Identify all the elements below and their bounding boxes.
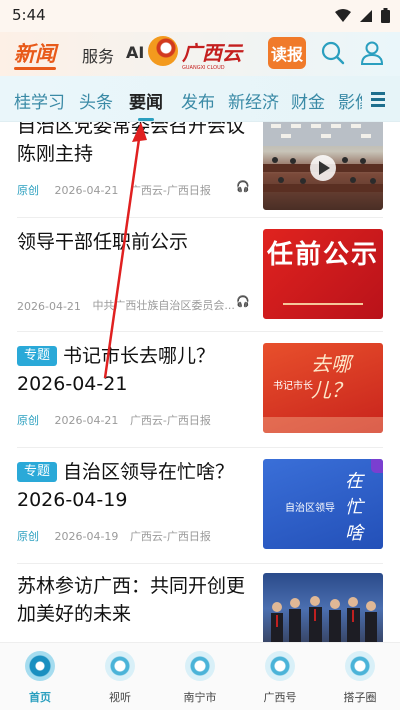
thumbnail-big-text: 去哪儿？ [311,352,351,402]
tab-new-economy[interactable]: 新经济 [228,88,279,113]
nav-nanning-label: 南宁市 [183,691,217,704]
news-title[interactable]: 专题 自治区领导在忙啥？2026-04-19 [17,458,255,514]
home-icon [25,651,55,681]
news-date: 2026-04-21 [54,414,119,427]
search-icon[interactable] [320,40,346,66]
brand-mark-icon [148,36,178,66]
thumbnail-big-text: 在忙啥 [345,471,363,544]
news-item[interactable]: 自治区党委常委会召开会议陈刚主持 原创 2026-04-21 广西云-广西日报 … [0,122,400,214]
nav-partner-circle-label: 搭子圈 [343,691,377,704]
news-date: 2026-04-21 [54,184,119,197]
news-channel-button[interactable]: 新闻 [14,38,56,70]
news-item[interactable]: 苏林参访广西：共同开创更加美好的未来 [0,564,400,642]
tabs-menu-icon[interactable] [364,86,392,114]
news-source: 广西云-广西日报 [129,184,211,197]
headphones-icon[interactable]: 🎧 [236,295,250,308]
tab-release[interactable]: 发布 [181,88,215,113]
news-meta: 原创 2026-04-21 广西云-广西日报 [17,412,211,428]
nav-guangxi-hao[interactable]: 广西号 [250,649,310,705]
news-item[interactable]: 领导干部任职前公示 2026-04-21 中共广西壮族自治区委员会... 🎧 任… [0,218,400,332]
status-bar: 5:44 [0,0,400,32]
news-feed: 自治区党委常委会召开会议陈刚主持 原创 2026-04-21 广西云-广西日报 … [0,122,400,642]
news-title[interactable]: 专题 书记市长去哪儿？2026-04-21 [17,342,255,398]
channel-tabs: 桂学习 头条 要闻 发布 新经济 财金 影像 [0,76,400,122]
original-badge: 原创 [17,530,39,543]
news-meta: 原创 2026-04-19 广西云-广西日报 [17,528,211,544]
topic-badge: 专题 [17,462,58,482]
news-title[interactable]: 领导干部任职前公示 [17,228,255,256]
news-meta: 2026-04-21 中共广西壮族自治区委员会... [17,297,235,313]
nav-video[interactable]: 视听 [90,649,150,705]
original-badge: 原创 [17,414,39,427]
service-button[interactable]: 服务 [82,43,114,67]
news-title[interactable]: 苏林参访广西：共同开创更加美好的未来 [17,572,255,628]
nav-home[interactable]: 首页 [10,649,70,705]
thumbnail-small-text: 书记市长 [273,381,313,392]
headphones-icon[interactable]: 🎧 [236,180,250,193]
news-thumbnail[interactable] [263,122,383,210]
brand-subtitle: GUANGXI CLOUD [182,65,225,71]
news-thumbnail[interactable] [263,573,383,642]
nav-home-label: 首页 [29,691,51,704]
tab-gui-study[interactable]: 桂学习 [14,88,65,113]
news-date: 2026-04-21 [17,300,81,313]
news-item[interactable]: 专题 书记市长去哪儿？2026-04-21 原创 2026-04-21 广西云-广… [0,332,400,448]
topic-badge: 专题 [17,346,58,366]
wifi-icon [335,8,351,22]
nav-nanning[interactable]: 南宁市 [170,649,230,705]
meeting-image [263,122,383,192]
original-badge: 原创 [17,184,39,197]
bottom-navigation: 首页 视听 南宁市 广西号 搭子圈 [0,642,400,710]
location-icon [185,651,215,681]
video-icon [105,651,135,681]
news-source: 广西云-广西日报 [129,530,211,543]
nav-guangxi-hao-label: 广西号 [263,691,297,704]
chat-icon [345,651,375,681]
ai-button[interactable]: AI [126,43,144,62]
delegation-image [271,596,377,642]
battery-icon [381,8,390,23]
brand-logo: 广西云 GUANGXI CLOUD [148,36,242,71]
user-profile-icon[interactable] [359,40,385,66]
news-thumbnail[interactable]: 任前公示 [263,229,383,319]
news-source: 广西云-广西日报 [129,414,211,427]
tab-headlines[interactable]: 头条 [79,88,113,113]
news-item[interactable]: 专题 自治区领导在忙啥？2026-04-19 原创 2026-04-19 广西云-… [0,448,400,564]
news-date: 2026-04-19 [54,530,119,543]
news-thumbnail[interactable]: 去哪儿？ 书记市长 [263,343,383,433]
app-header: 新闻 服务 AI 广西云 GUANGXI CLOUD 读报 [0,32,400,76]
news-meta: 原创 2026-04-21 广西云-广西日报 [17,182,211,198]
tab-finance[interactable]: 财金 [291,88,325,113]
nav-partner-circle[interactable]: 搭子圈 [330,649,390,705]
brand-name: 广西云 [182,40,242,65]
tab-images[interactable]: 影像 [338,88,362,113]
news-thumbnail[interactable]: 在忙啥 自治区领导 [263,459,383,549]
status-time: 5:44 [12,6,46,24]
thumbnail-title: 任前公示 [266,240,379,270]
signal-icon [360,9,372,22]
guangxi-hao-icon [265,651,295,681]
read-newspaper-button[interactable]: 读报 [268,37,306,69]
news-title[interactable]: 自治区党委常委会召开会议陈刚主持 [17,122,255,168]
thumbnail-small-text: 自治区领导 [285,503,335,514]
tab-important-news[interactable]: 要闻 [129,88,163,121]
status-icons [335,8,390,23]
nav-video-label: 视听 [109,691,131,704]
news-source: 中共广西壮族自治区委员会... [92,299,235,312]
